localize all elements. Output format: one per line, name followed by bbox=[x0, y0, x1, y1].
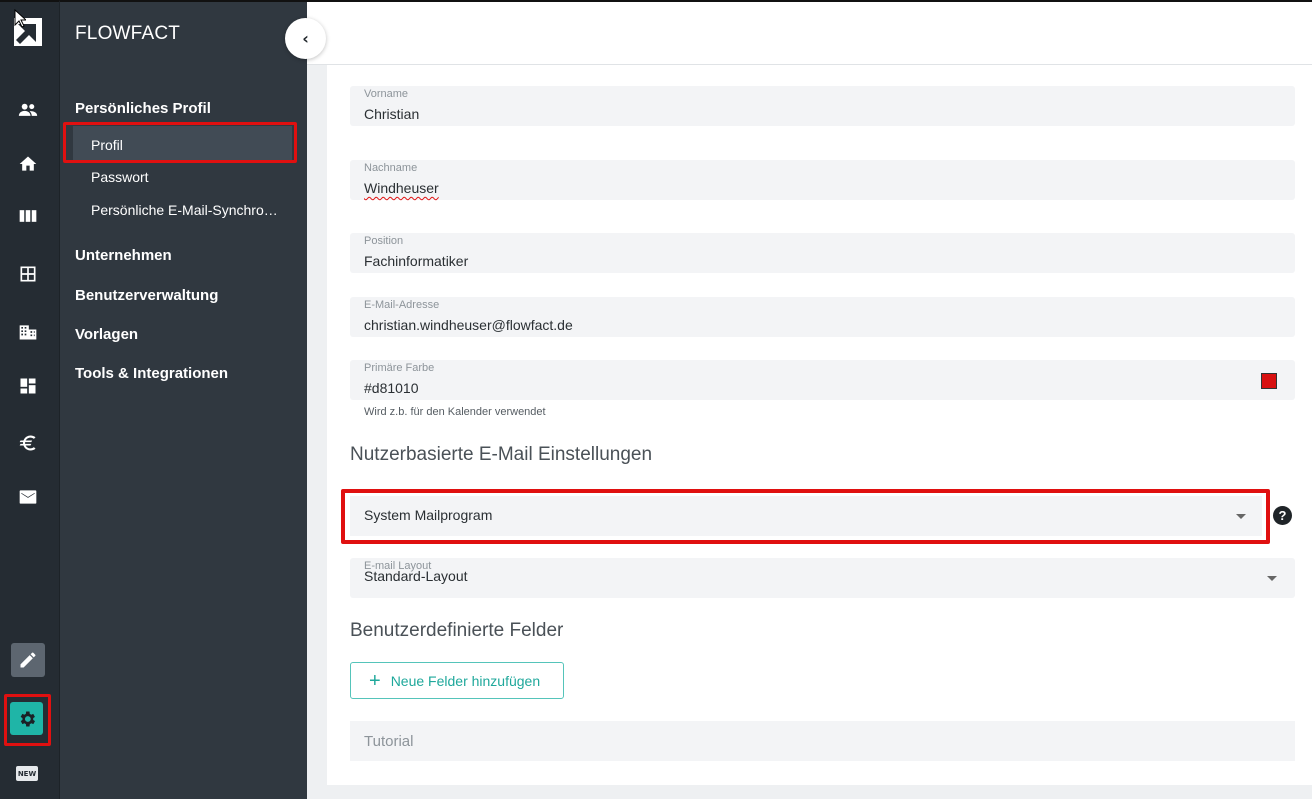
field-value: Fachinformatiker bbox=[364, 253, 469, 269]
email-layout-select[interactable]: E-mail Layout Standard-Layout bbox=[350, 558, 1295, 598]
settings-nav: FLOWFACT Persönliches Profil Profil Pass… bbox=[59, 0, 307, 799]
columns-icon[interactable] bbox=[14, 202, 42, 230]
add-fields-button[interactable]: + Neue Felder hinzufügen bbox=[350, 662, 564, 699]
building-icon[interactable] bbox=[14, 318, 42, 346]
mail-icon[interactable] bbox=[14, 483, 42, 511]
email-field[interactable]: E-Mail-Adresse christian.windheuser@flow… bbox=[350, 297, 1295, 337]
select-value: Standard-Layout bbox=[364, 568, 468, 584]
chevron-down-icon bbox=[1267, 576, 1277, 581]
field-label: Vorname bbox=[364, 88, 409, 100]
tutorial-panel[interactable]: Tutorial bbox=[350, 721, 1295, 761]
top-bar bbox=[307, 0, 1312, 65]
field-value: #d81010 bbox=[364, 380, 419, 396]
color-swatch[interactable] bbox=[1261, 373, 1277, 389]
icon-rail: NEW bbox=[0, 0, 59, 799]
nav-section-tools[interactable]: Tools & Integrationen bbox=[75, 365, 228, 382]
color-hint: Wird z.b. für den Kalender verwendet bbox=[364, 406, 546, 418]
add-fields-label: Neue Felder hinzufügen bbox=[390, 672, 541, 689]
field-value: Christian bbox=[364, 106, 420, 122]
nav-item-passwort[interactable]: Passwort bbox=[91, 169, 149, 185]
nav-item-profil[interactable]: Profil bbox=[73, 126, 292, 161]
field-value: christian.windheuser@flowfact.de bbox=[364, 317, 573, 333]
custom-fields-title: Benutzerdefinierte Felder bbox=[350, 620, 564, 641]
field-label: E-Mail-Adresse bbox=[364, 299, 440, 311]
nav-section-vorlagen[interactable]: Vorlagen bbox=[75, 326, 138, 343]
email-settings-title: Nutzerbasierte E-Mail Einstellungen bbox=[350, 444, 653, 465]
tutorial-label: Tutorial bbox=[364, 733, 414, 750]
field-label: Position bbox=[364, 235, 404, 247]
mouse-cursor-icon bbox=[14, 9, 26, 28]
nav-item-email-sync[interactable]: Persönliche E-Mail-Synchro… bbox=[91, 202, 278, 218]
euro-icon[interactable] bbox=[14, 429, 42, 457]
plus-icon: + bbox=[369, 669, 381, 692]
position-field[interactable]: Position Fachinformatiker bbox=[350, 233, 1295, 273]
nav-section-unternehmen[interactable]: Unternehmen bbox=[75, 247, 172, 264]
collapse-sidebar-button[interactable]: ‹ bbox=[285, 18, 326, 59]
nav-section-benutzerverwaltung[interactable]: Benutzerverwaltung bbox=[75, 287, 218, 304]
mail-program-highlight bbox=[341, 489, 1270, 544]
primary-color-field[interactable]: Primäre Farbe #d81010 bbox=[350, 360, 1295, 400]
field-value: Windheuser bbox=[364, 180, 439, 196]
field-label: Primäre Farbe bbox=[364, 362, 435, 374]
home-icon[interactable] bbox=[14, 150, 42, 178]
contacts-icon[interactable] bbox=[14, 96, 42, 124]
grid-icon[interactable] bbox=[14, 260, 42, 288]
gear-icon[interactable] bbox=[10, 702, 43, 735]
first-name-field[interactable]: Vorname Christian bbox=[350, 86, 1295, 126]
edit-icon[interactable] bbox=[11, 643, 45, 677]
chevron-left-icon: ‹ bbox=[302, 29, 309, 48]
brand-title: FLOWFACT bbox=[75, 23, 181, 44]
dashboard-icon[interactable] bbox=[14, 372, 42, 400]
nav-section-personal-profile[interactable]: Persönliches Profil bbox=[75, 100, 211, 117]
help-icon[interactable]: ? bbox=[1273, 506, 1292, 525]
field-label: Nachname bbox=[364, 162, 418, 174]
new-badge-icon[interactable]: NEW bbox=[16, 766, 38, 781]
last-name-field[interactable]: Nachname Windheuser bbox=[350, 160, 1295, 200]
